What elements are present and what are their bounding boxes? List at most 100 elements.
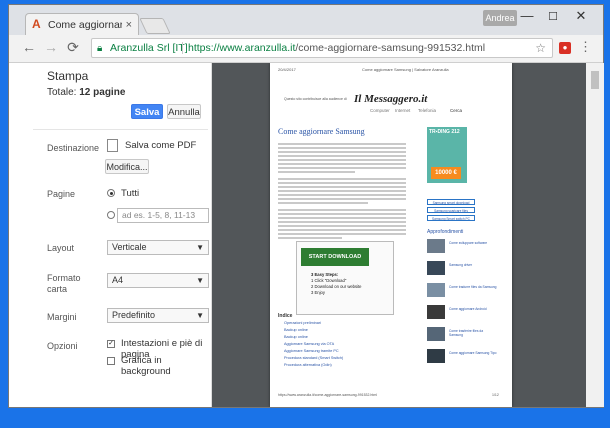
- index-item: Operazioni preliminari: [284, 321, 321, 325]
- related-item: Come aggiornare Samsung Tipo: [427, 349, 497, 363]
- margins-value: Predefinito: [112, 310, 156, 320]
- url-path: /come-aggiornare-samsung-991532.html: [295, 42, 486, 54]
- article-title: Come aggiornare Samsung: [278, 127, 365, 136]
- print-settings-panel: Stampa Totale: 12 pagine Salva Annulla D…: [9, 63, 212, 407]
- margins-label: Margini: [47, 312, 77, 322]
- total-label: Totale:: [47, 87, 77, 98]
- related-item: Come sviluppare software: [427, 239, 497, 253]
- preview-scrollbar[interactable]: [586, 63, 604, 407]
- paper-value: A4: [112, 275, 124, 285]
- index-item: Backup online: [284, 335, 308, 339]
- pages-all-label: Tutti: [121, 188, 140, 199]
- modify-destination-button[interactable]: Modifica...: [105, 159, 149, 174]
- audience-note: Questo sito contribuisce alla audience d…: [284, 97, 347, 101]
- divider: [33, 129, 208, 130]
- paper-select[interactable]: A4 ▼: [107, 273, 209, 288]
- total-value: 12 pagine: [79, 87, 126, 98]
- page-date: 20/4/2017: [278, 67, 296, 72]
- divider: [182, 42, 183, 54]
- index-item: Procedura alternativa (Odin): [284, 363, 332, 367]
- messaggero-logo: Il Messaggero.it: [354, 93, 428, 105]
- favicon-icon: A: [32, 17, 41, 31]
- nav-item: Telefonia: [418, 108, 437, 113]
- page-footer-number: 1/12: [492, 393, 499, 397]
- document-icon: [107, 139, 118, 152]
- nav-item: Computer: [370, 108, 390, 113]
- layout-label: Layout: [47, 243, 75, 253]
- save-button[interactable]: Salva: [131, 104, 163, 119]
- chevron-down-icon: ▼: [196, 276, 204, 285]
- side-button: Samsung Smart switch PC: [427, 215, 475, 221]
- layout-value: Verticale: [112, 242, 147, 252]
- related-item: Come aggiornare Android: [427, 305, 497, 319]
- menu-icon[interactable]: ⋮: [579, 39, 592, 55]
- side-button: Samsung scaricare files: [427, 207, 475, 213]
- nav-item: Internet: [395, 108, 411, 113]
- lock-icon: 🔒︎: [97, 43, 103, 54]
- profile-button[interactable]: Andrea: [483, 10, 517, 26]
- pages-range-radio[interactable]: [107, 211, 115, 219]
- index-item: Backup online: [284, 328, 308, 332]
- headers-checkbox[interactable]: ✓: [107, 340, 115, 348]
- forward-icon[interactable]: →: [43, 39, 59, 55]
- search-label: Cerca: [450, 108, 463, 113]
- url-host: https://www.aranzulla.it: [188, 42, 296, 54]
- download-ad: START DOWNLOAD 3 Easy Steps: 1 Click "Do…: [296, 241, 394, 315]
- background-checkbox[interactable]: [107, 357, 115, 365]
- extension-icon[interactable]: ●: [559, 42, 571, 54]
- tab-close-icon[interactable]: ×: [126, 14, 132, 36]
- index-item: Procedura standard (Smart Switch): [284, 356, 344, 360]
- destination-value: Salva come PDF: [125, 140, 197, 151]
- pages-range-input[interactable]: ad es. 1-5, 8, 11-13: [117, 208, 209, 223]
- article-text: [278, 143, 406, 241]
- step-item: 1 Click "Download": [311, 278, 347, 283]
- pages-label: Pagine: [47, 189, 76, 199]
- side-button: Samsung smart download: [427, 199, 475, 205]
- page-header-title: Come aggiornare Samsung | Salvatore Aran…: [362, 67, 449, 72]
- tab-active[interactable]: A Come aggiornare Samsu ×: [25, 13, 139, 35]
- scrollbar-thumb[interactable]: [591, 71, 599, 89]
- pages-all-radio[interactable]: [107, 189, 115, 197]
- cancel-button[interactable]: Annulla: [167, 104, 201, 119]
- new-tab-button[interactable]: [139, 18, 171, 34]
- step-item: 2 Download on our website: [311, 284, 362, 289]
- ad-title: TR▪DING 212: [429, 129, 460, 135]
- print-title: Stampa: [47, 69, 89, 83]
- options-label: Opzioni: [47, 341, 78, 351]
- address-bar[interactable]: 🔒︎ Aranzulla Srl [IT] https://www.aranzu…: [91, 38, 553, 58]
- related-item: Come tradurre files da Samsung: [427, 283, 497, 297]
- tab-title: Come aggiornare Samsu: [48, 19, 122, 31]
- reload-icon[interactable]: ⟳: [65, 39, 81, 56]
- site-identity[interactable]: Aranzulla Srl [IT]: [110, 39, 188, 57]
- approfondimenti-heading: Approfondimenti: [427, 229, 464, 235]
- paper-label: Formato carta: [47, 273, 81, 294]
- url-text: https://www.aranzulla.it/come-aggiornare…: [188, 39, 485, 57]
- maximize-icon[interactable]: ☐: [543, 10, 563, 23]
- total-pages: Totale: 12 pagine: [47, 87, 125, 98]
- browser-window: A Come aggiornare Samsu × Andrea — ☐ ✕ ←…: [8, 4, 604, 408]
- destination-label: Destinazione: [47, 143, 100, 153]
- related-item: Samsung driver: [427, 261, 497, 275]
- print-preview[interactable]: 20/4/2017 Come aggiornare Samsung | Salv…: [212, 63, 586, 407]
- margins-select[interactable]: Predefinito ▼: [107, 308, 209, 323]
- address-toolbar: ← → ⟳ 🔒︎ Aranzulla Srl [IT] https://www.…: [9, 35, 603, 63]
- step-item: 3 Enjoy: [311, 290, 325, 295]
- tab-strip: A Come aggiornare Samsu × Andrea — ☐ ✕: [9, 5, 603, 35]
- index-heading: Indice: [278, 313, 293, 319]
- chevron-down-icon: ▼: [196, 311, 204, 320]
- page-footer-url: https://www.aranzulla.it/come-aggiornare…: [278, 393, 378, 397]
- bookmark-star-icon[interactable]: ☆: [535, 39, 546, 57]
- related-item: Come trasferire files da Samsung: [427, 327, 497, 341]
- preview-page: 20/4/2017 Come aggiornare Samsung | Salv…: [270, 63, 512, 407]
- download-button: START DOWNLOAD: [301, 248, 369, 266]
- chevron-down-icon: ▼: [196, 243, 204, 252]
- index-item: Aggiornare Samsung via OTA: [284, 342, 335, 346]
- background-option-label: Grafica in background: [121, 355, 171, 377]
- back-icon[interactable]: ←: [21, 39, 37, 55]
- trading-ad: TR▪DING 212 10000 €: [427, 127, 467, 183]
- ad-offer: 10000 €: [431, 167, 461, 179]
- close-window-icon[interactable]: ✕: [571, 8, 591, 24]
- index-item: Aggiornare Samsung tramite PC: [284, 349, 339, 353]
- minimize-icon[interactable]: —: [517, 8, 537, 23]
- layout-select[interactable]: Verticale ▼: [107, 240, 209, 255]
